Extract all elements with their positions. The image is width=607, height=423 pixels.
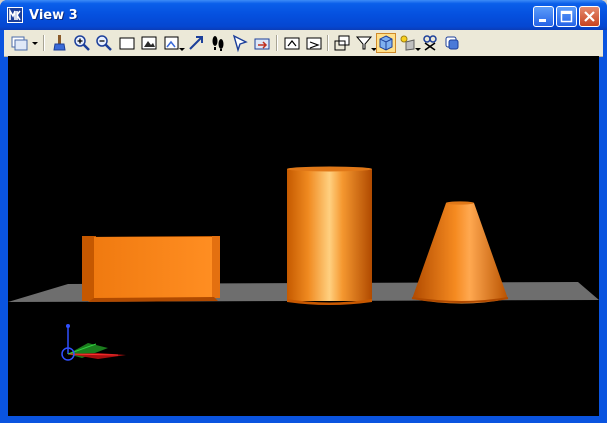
select-arrow-icon [232,34,248,53]
display-style-button[interactable] [442,33,462,53]
window-area-button[interactable] [117,33,137,53]
rotate-view-button[interactable] [162,33,188,53]
cone-solid[interactable] [411,201,509,304]
title-bar[interactable]: View 3 [0,0,607,30]
walk-button[interactable] [208,33,228,53]
clip-volume-button[interactable] [332,33,352,53]
view-next-icon [254,38,270,50]
view-attributes-button[interactable] [9,33,39,53]
view-control-toolbar [4,30,603,57]
toolbar-separator [276,35,278,51]
camera-button[interactable] [420,33,440,53]
footsteps-icon [212,36,224,51]
axis-triad-icon [61,324,126,361]
close-button[interactable] [579,6,600,27]
clip-mask-icon [355,36,377,51]
zoom-in-button[interactable] [72,33,92,53]
update-view-button[interactable] [50,33,70,53]
lighting-icon [400,35,421,51]
copy-view-button[interactable] [282,33,302,53]
view-next-button[interactable] [252,33,272,53]
view-properties-button[interactable] [304,33,324,53]
pan-view-button[interactable] [186,33,206,53]
toolbar-separator [43,35,45,51]
view-properties-icon [306,37,322,50]
window-area-icon [119,37,135,50]
fit-view-icon [141,36,157,50]
maximize-button[interactable] [556,6,577,27]
maximize-icon [560,10,573,23]
brush-icon [53,35,66,51]
minimize-icon [539,19,546,22]
clip-mask-button[interactable] [354,33,378,53]
minimize-button[interactable] [533,6,554,27]
camera-icon [423,35,437,51]
cylinder-solid[interactable] [287,166,372,306]
copy-view-icon [284,37,300,50]
zoom-out-icon [96,35,112,51]
render-mode-button[interactable] [376,33,396,53]
display-style-icon [445,36,459,50]
clip-volume-icon [334,35,350,51]
rotate-view-icon [164,36,185,51]
close-icon [584,11,595,22]
lighting-button[interactable] [398,33,422,53]
window-title: View 3 [29,8,78,23]
box-solid[interactable] [82,236,220,302]
zoom-in-icon [74,35,90,51]
view-groups-icon [11,36,38,51]
view-previous-button[interactable] [230,33,250,53]
zoom-out-button[interactable] [94,33,114,53]
3d-viewport[interactable] [8,56,599,416]
toolbar-separator [327,35,329,51]
pan-icon [189,36,203,50]
app-logo-icon [7,7,23,23]
render-mode-icon [379,35,393,51]
fit-view-button[interactable] [139,33,159,53]
view-window: View 3 [0,0,607,423]
